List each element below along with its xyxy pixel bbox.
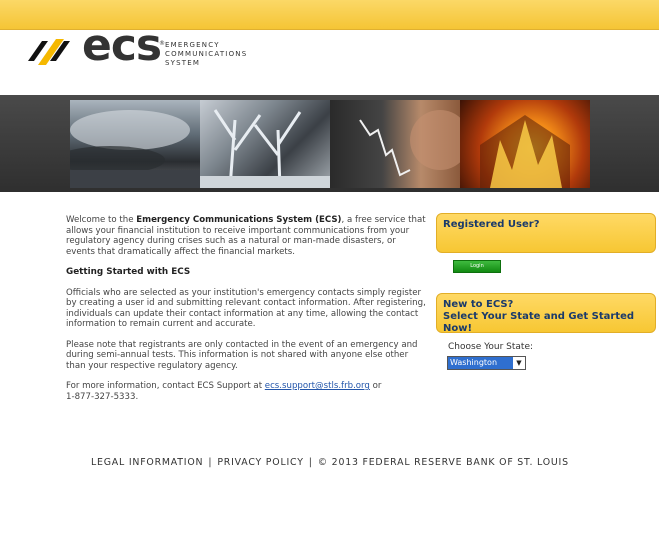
state-select[interactable]: Washington ▼ xyxy=(447,356,526,370)
registered-user-box: Registered User? xyxy=(436,213,656,253)
banner-photo-storm xyxy=(70,100,200,188)
footer: LEGAL INFORMATION | PRIVACY POLICY | © 2013 … xyxy=(91,457,569,468)
welcome-text-bold: Emergency Communications System (ECS) xyxy=(136,215,342,225)
new-user-title-line-1: New to ECS? xyxy=(443,299,514,310)
login-button[interactable]: Login xyxy=(453,260,501,273)
contact-text-pre: For more information, contact ECS Suppor… xyxy=(66,381,265,391)
banner-photo-market xyxy=(330,100,460,188)
banner-photo-fire xyxy=(460,100,590,188)
contact-text-post: or xyxy=(369,381,382,391)
welcome-paragraph: Welcome to the Emergency Communications … xyxy=(66,215,426,257)
getting-started-heading: Getting Started with ECS xyxy=(66,267,191,277)
main-content: Welcome to the Emergency Communications … xyxy=(66,215,426,412)
footer-separator-2: | xyxy=(308,457,313,468)
officials-paragraph: Officials who are selected as your insti… xyxy=(66,287,426,330)
ice-trees-image xyxy=(200,109,330,188)
choose-state-label: Choose Your State: xyxy=(448,342,534,352)
new-user-title: New to ECS? Select Your State and Get St… xyxy=(437,294,655,335)
logo-wordmark: ecs xyxy=(82,20,162,71)
legal-information-link[interactable]: LEGAL INFORMATION xyxy=(91,457,203,468)
ecs-stripes-logo-icon xyxy=(28,39,70,65)
house-fire-image xyxy=(480,115,570,188)
registered-user-title: Registered User? xyxy=(443,219,540,230)
new-user-box: New to ECS? Select Your State and Get St… xyxy=(436,293,656,335)
new-user-title-line-2: Select Your State and Get Started Now! xyxy=(443,311,635,334)
support-email-link[interactable]: ecs.support@stls.frb.org xyxy=(265,381,370,391)
support-phone: 1-877-327-5333. xyxy=(66,391,139,402)
welcome-text-pre: Welcome to the xyxy=(66,215,137,225)
note-paragraph: Please note that registrants are only co… xyxy=(66,339,418,371)
contact-paragraph: For more information, contact ECS Suppor… xyxy=(66,381,426,402)
market-chart-image xyxy=(359,110,460,177)
logo-subtitle: ® EMERGENCY COMMUNICATIONS SYSTEM xyxy=(159,40,248,68)
registered-mark: ® xyxy=(159,40,167,47)
logo-sub-line-3: SYSTEM xyxy=(165,59,201,67)
logo-sub-line-1: EMERGENCY xyxy=(165,41,220,49)
chevron-down-icon[interactable]: ▼ xyxy=(514,359,524,367)
logo-sub-line-2: COMMUNICATIONS xyxy=(165,50,248,58)
storm-clouds-image xyxy=(70,110,200,188)
privacy-policy-link[interactable]: PRIVACY POLICY xyxy=(217,457,303,468)
footer-separator-1: | xyxy=(208,457,213,468)
banner-photo-ice-storm xyxy=(200,100,330,188)
copyright-text: © 2013 FEDERAL RESERVE BANK OF ST. LOUIS xyxy=(317,457,569,468)
state-select-value: Washington xyxy=(448,357,513,369)
